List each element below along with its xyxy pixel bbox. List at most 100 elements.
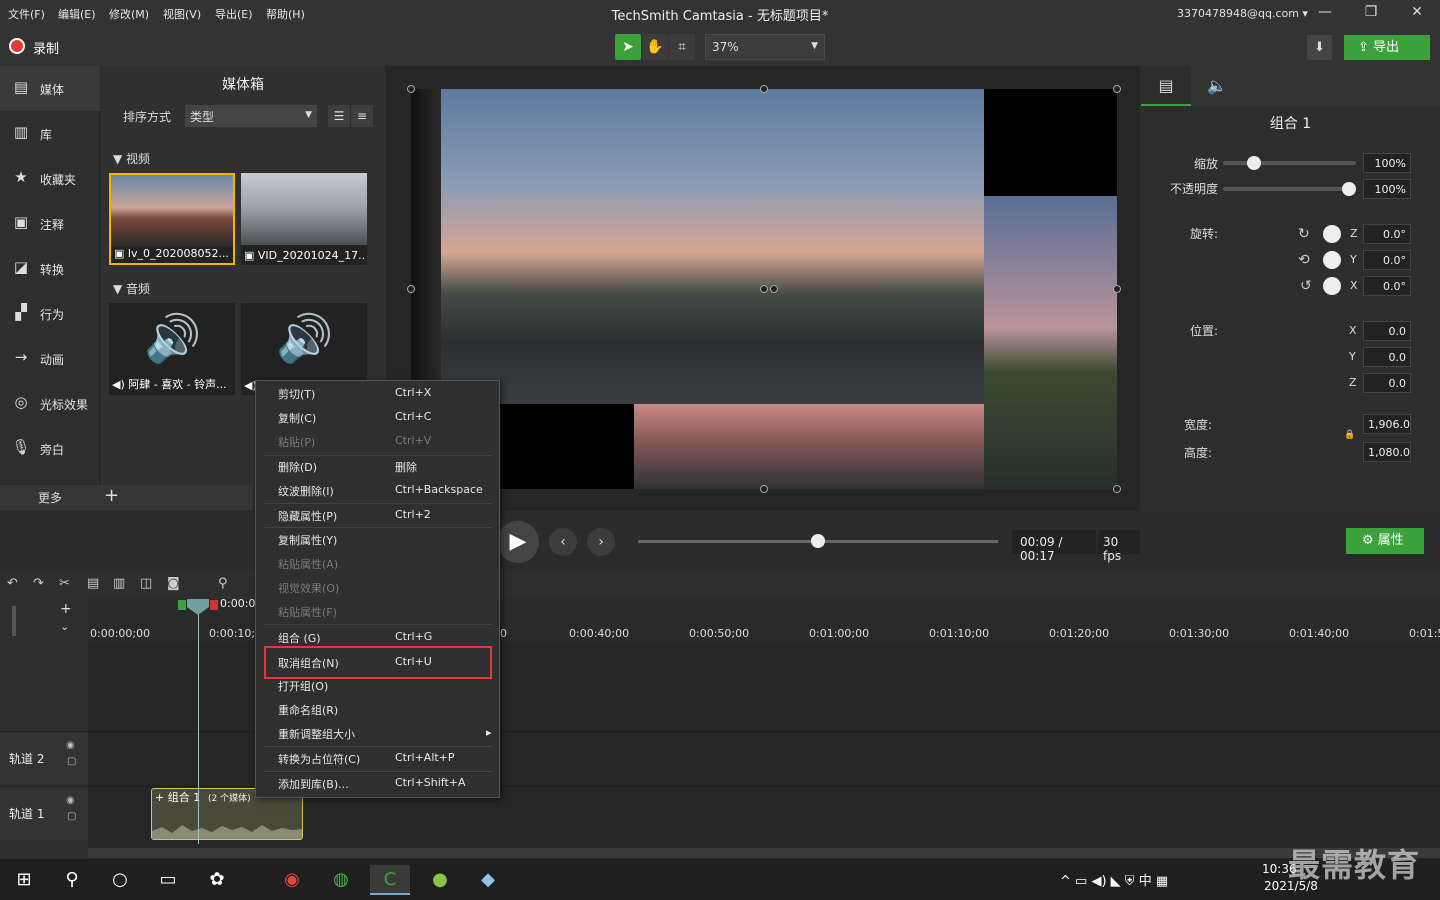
- redo-icon[interactable]: ↷: [33, 576, 44, 591]
- details-view-icon[interactable]: ☰: [328, 105, 350, 127]
- center-handle[interactable]: [760, 285, 768, 293]
- menu-item-rename-group[interactable]: 重命名组(R): [256, 697, 499, 721]
- visual-properties-tab[interactable]: ▤: [1141, 66, 1191, 106]
- task-view-icon[interactable]: ▭: [148, 865, 188, 895]
- position-y-input[interactable]: 0.0: [1363, 347, 1411, 367]
- add-track-icon[interactable]: +: [60, 601, 72, 617]
- menu-item-resize-group[interactable]: 重新调整组大小 ▸: [256, 721, 499, 745]
- resize-handle[interactable]: [1113, 285, 1121, 293]
- in-marker[interactable]: [178, 600, 186, 610]
- menu-item-ripple-delete[interactable]: 纹波删除(I) Ctrl+Backspace: [256, 478, 499, 502]
- next-frame-icon[interactable]: ›: [587, 528, 615, 556]
- menu-item-convert-placeholder[interactable]: 转换为占位符(C) Ctrl+Alt+P: [256, 746, 499, 770]
- rotation-z-input[interactable]: 0.0°: [1363, 224, 1411, 244]
- app-icon[interactable]: ✿: [197, 865, 237, 895]
- select-tool-icon[interactable]: ➤: [615, 34, 641, 60]
- zoom-select[interactable]: 37% ▼: [705, 34, 825, 60]
- add-icon[interactable]: +: [104, 485, 119, 506]
- search-icon[interactable]: ⚲: [52, 865, 92, 895]
- pan-tool-icon[interactable]: ✋: [642, 34, 668, 60]
- height-input[interactable]: 1,080.0: [1363, 442, 1411, 462]
- position-z-input[interactable]: 0.0: [1363, 373, 1411, 393]
- resize-handle[interactable]: [1113, 485, 1121, 493]
- sidebar-item-animations[interactable]: → 动画: [0, 336, 100, 381]
- app-icon[interactable]: ◆: [468, 865, 508, 895]
- width-input[interactable]: 1,906.0: [1363, 414, 1411, 434]
- opacity-slider-knob[interactable]: [1342, 182, 1356, 196]
- export-button[interactable]: ⇪ 导出: [1344, 35, 1430, 60]
- record-button[interactable]: 录制: [33, 38, 59, 57]
- chrome-icon[interactable]: ◉: [272, 865, 312, 895]
- record-icon[interactable]: [9, 38, 25, 54]
- camtasia-icon[interactable]: C: [370, 865, 410, 895]
- out-marker[interactable]: [210, 600, 218, 610]
- split-icon[interactable]: ◫: [140, 576, 152, 591]
- sidebar-item-media[interactable]: ▤ 媒体: [0, 66, 100, 111]
- rotation-dial-x[interactable]: [1323, 277, 1341, 295]
- position-x-input[interactable]: 0.0: [1363, 321, 1411, 341]
- rotation-dial-z[interactable]: [1323, 225, 1341, 243]
- sidebar-item-favorites[interactable]: ★ 收藏夹: [0, 156, 100, 201]
- zoom-icon[interactable]: ⚲: [218, 576, 228, 591]
- media-item-video-1[interactable]: ▣ lv_0_202008052...: [109, 173, 235, 265]
- resize-handle[interactable]: [407, 85, 415, 93]
- sidebar-item-voice-narration[interactable]: 🎙 旁白: [0, 426, 100, 471]
- restore-icon[interactable]: ❐: [1356, 4, 1386, 24]
- sidebar-item-library[interactable]: ▥ 库: [0, 111, 100, 156]
- copy-icon[interactable]: ▤: [87, 576, 99, 591]
- menu-item-hide-properties[interactable]: 隐藏属性(P) Ctrl+2: [256, 503, 499, 527]
- scale-input[interactable]: 100%: [1363, 153, 1411, 173]
- rotation-dial-y[interactable]: [1323, 251, 1341, 269]
- scale-slider[interactable]: [1223, 161, 1356, 165]
- download-icon[interactable]: ⬇: [1307, 35, 1332, 60]
- menu-item-copy[interactable]: 复制(C) Ctrl+C: [256, 405, 499, 429]
- sort-select[interactable]: 类型 ▼: [185, 105, 317, 127]
- resize-handle[interactable]: [1113, 85, 1121, 93]
- playhead-line[interactable]: [198, 599, 199, 844]
- sidebar-item-cursor-effects[interactable]: ◎ 光标效果: [0, 381, 100, 426]
- sidebar-item-behaviors[interactable]: ▞ 行为: [0, 291, 100, 336]
- track-header-1[interactable]: 轨道 1 ◉ ▢: [0, 786, 88, 840]
- paste-icon[interactable]: ▥: [113, 576, 125, 591]
- minimize-icon[interactable]: —: [1310, 4, 1340, 24]
- menu-item-copy-properties[interactable]: 复制属性(Y): [256, 527, 499, 551]
- menu-item-cut[interactable]: 剪切(T) Ctrl+X: [256, 381, 499, 405]
- lock-icon[interactable]: 🔒: [1344, 430, 1355, 440]
- properties-button[interactable]: ⚙ 属性: [1346, 528, 1424, 554]
- rotation-x-input[interactable]: 0.0°: [1363, 276, 1411, 296]
- system-tray[interactable]: ^ ▭ ◀) ◣ ⛨ 中 ▦: [1060, 870, 1168, 889]
- chevron-down-icon[interactable]: ⌄: [60, 620, 69, 633]
- sort-order-icon[interactable]: ≡: [351, 105, 373, 127]
- sidebar-item-annotations[interactable]: ▣ 注释: [0, 201, 100, 246]
- previous-frame-icon[interactable]: ‹: [549, 528, 577, 556]
- media-item-video-2[interactable]: ▣ VID_20201024_17...: [241, 173, 367, 265]
- undo-icon[interactable]: ↶: [7, 576, 18, 591]
- zoom-slider[interactable]: [12, 606, 16, 636]
- crop-tool-icon[interactable]: ⌗: [669, 34, 695, 60]
- scrubber-knob[interactable]: [811, 534, 825, 548]
- menu-item-add-to-library[interactable]: 添加到库(B)... Ctrl+Shift+A: [256, 771, 499, 795]
- resize-handle[interactable]: [760, 85, 768, 93]
- cut-icon[interactable]: ✂: [59, 576, 70, 591]
- close-icon[interactable]: ✕: [1402, 4, 1432, 24]
- lock-icon[interactable]: ▢: [67, 756, 76, 767]
- track-header-2[interactable]: 轨道 2 ◉ ▢: [0, 731, 88, 785]
- audio-properties-tab[interactable]: 🔈: [1192, 66, 1242, 106]
- scale-slider-knob[interactable]: [1246, 156, 1261, 170]
- opacity-slider[interactable]: [1223, 187, 1356, 191]
- play-icon[interactable]: ▶: [497, 521, 539, 563]
- browser-icon[interactable]: ◍: [321, 865, 361, 895]
- sidebar-item-transitions[interactable]: ◪ 转换: [0, 246, 100, 291]
- center-handle[interactable]: [770, 285, 778, 293]
- account-menu[interactable]: 3370478948@qq.com ▾: [1177, 7, 1308, 20]
- resize-handle[interactable]: [407, 285, 415, 293]
- timeline-scrollbar[interactable]: [88, 848, 1440, 858]
- app-icon[interactable]: ●: [420, 865, 460, 895]
- eye-icon[interactable]: ◉: [66, 740, 75, 751]
- windows-start-icon[interactable]: ⊞: [4, 865, 44, 895]
- camera-icon[interactable]: ◙: [167, 576, 180, 591]
- eye-icon[interactable]: ◉: [66, 795, 75, 806]
- more-button[interactable]: 更多: [38, 489, 62, 506]
- lock-icon[interactable]: ▢: [67, 811, 76, 822]
- media-item-audio-1[interactable]: 🔊 ◀) 阿肆 - 喜欢 - 铃声...: [109, 303, 235, 395]
